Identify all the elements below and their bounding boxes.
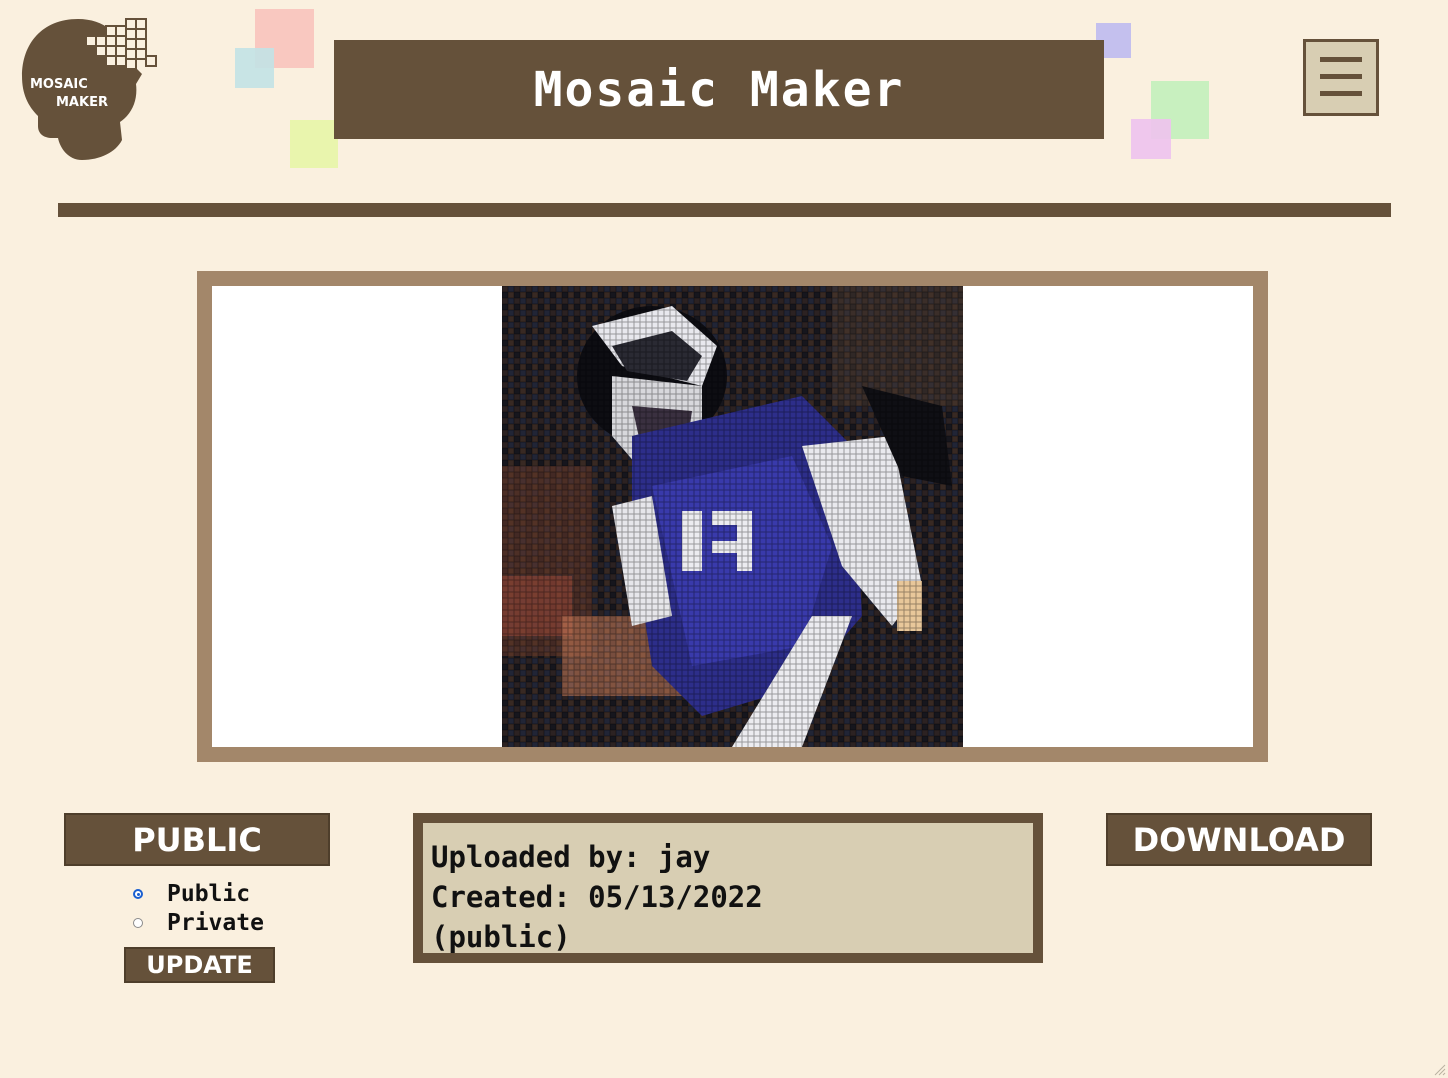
- private-radio-label: Private: [167, 910, 264, 936]
- radio-option-public[interactable]: Public: [133, 881, 250, 907]
- hamburger-line: [1320, 91, 1362, 96]
- update-button[interactable]: UPDATE: [124, 947, 275, 983]
- public-radio[interactable]: [133, 889, 143, 899]
- decorative-square: [235, 48, 274, 88]
- hamburger-icon: [1306, 42, 1376, 113]
- hamburger-line: [1320, 74, 1362, 79]
- logo-text-maker: MAKER: [56, 95, 108, 110]
- mosaic-frame: [197, 271, 1268, 762]
- page-title-banner: Mosaic Maker: [334, 40, 1104, 139]
- download-button[interactable]: DOWNLOAD: [1106, 813, 1372, 866]
- visibility-status-badge: PUBLIC: [64, 813, 330, 866]
- mosaic-canvas: [212, 286, 1253, 747]
- decorative-square: [1131, 119, 1171, 159]
- visibility-text: (public): [431, 920, 571, 954]
- page-title: Mosaic Maker: [533, 61, 905, 118]
- mosaic-maker-logo[interactable]: MOSAIC MAKER: [20, 14, 160, 164]
- created-date-text: Created: 05/13/2022: [431, 880, 763, 914]
- private-radio[interactable]: [133, 918, 143, 928]
- header-divider: [58, 203, 1391, 217]
- mosaic-image-art: [502, 286, 963, 747]
- info-panel: Uploaded by: jay Created: 05/13/2022 (pu…: [413, 813, 1043, 963]
- menu-button[interactable]: [1303, 39, 1379, 116]
- decorative-square: [290, 120, 338, 168]
- logo-text-mosaic: MOSAIC: [30, 77, 88, 92]
- info-panel-body: Uploaded by: jay Created: 05/13/2022 (pu…: [423, 823, 1033, 954]
- public-radio-label: Public: [167, 881, 251, 907]
- uploaded-by-text: Uploaded by: jay: [431, 840, 711, 874]
- radio-option-private[interactable]: Private: [133, 910, 264, 936]
- resize-grip-icon[interactable]: [1432, 1062, 1446, 1076]
- mosaic-image[interactable]: [502, 286, 963, 747]
- hamburger-line: [1320, 57, 1362, 62]
